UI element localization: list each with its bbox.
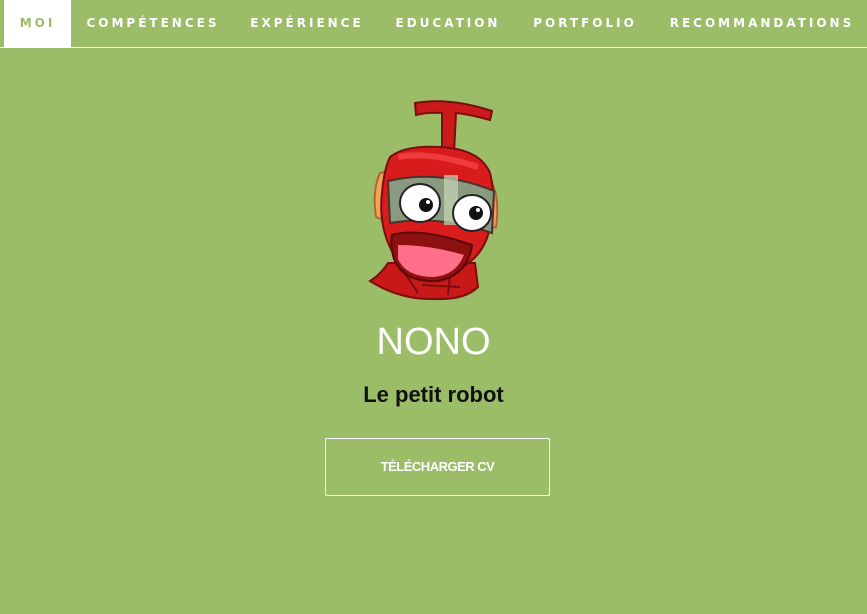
page: MOI COMPÉTENCES EXPÉRIENCE EDUCATION POR… [0,0,867,614]
nav-item-experience[interactable]: EXPÉRIENCE [246,0,368,47]
nav-item-education[interactable]: EDUCATION [390,0,506,47]
nav-item-competences[interactable]: COMPÉTENCES [82,0,224,47]
nav-item-portfolio[interactable]: PORTFOLIO [528,0,642,47]
nav-item-recommandations[interactable]: RECOMMANDATIONS [664,0,860,47]
nav-item-moi[interactable]: MOI [4,0,71,47]
robot-avatar-icon [360,95,510,305]
profile-tagline: Le petit robot [363,382,504,407]
profile-name: NONO [376,321,491,363]
top-navigation: MOI COMPÉTENCES EXPÉRIENCE EDUCATION POR… [0,0,867,48]
download-cv-button[interactable]: TÉLÉCHARGER CV [325,438,550,496]
